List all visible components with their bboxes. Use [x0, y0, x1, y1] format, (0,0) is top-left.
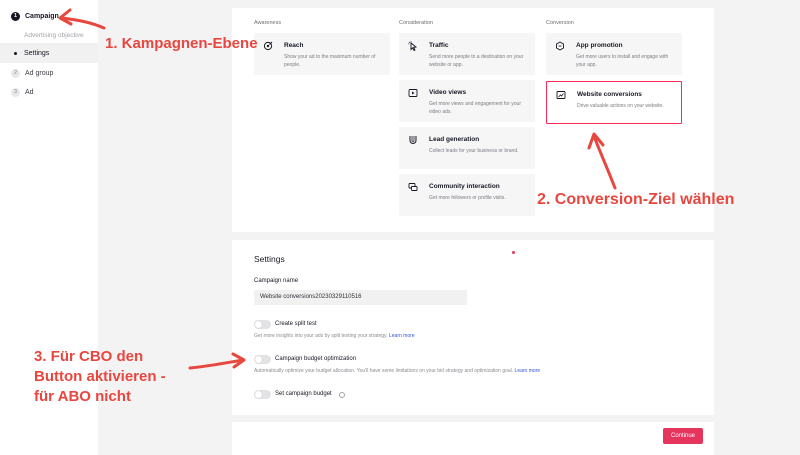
video-icon [408, 89, 418, 97]
settings-card [232, 240, 714, 415]
continue-button[interactable]: Continue [663, 428, 703, 444]
campaign-budget-label: Set campaign budget [275, 391, 332, 397]
annotation-line: Button aktivieren - [34, 368, 166, 385]
sidebar-item-label: Campaign [25, 12, 59, 20]
conversion-chart-icon [556, 91, 566, 99]
step-number: 1 [11, 11, 20, 21]
objective-description: Send more people to a destination on you… [429, 54, 524, 68]
objective-website-conversions[interactable]: Website conversions Drive valuable actio… [546, 81, 682, 124]
target-icon [263, 41, 273, 51]
step-number: 3 [11, 87, 20, 97]
active-dot-icon [14, 51, 17, 55]
cbo-label: Campaign budget optimization [275, 356, 357, 362]
cbo-toggle[interactable] [254, 355, 271, 364]
sidebar-item-campaign[interactable]: 1 Campaign [0, 6, 59, 26]
sidebar-item-ad-group[interactable]: 2 Ad group [0, 63, 53, 83]
objective-description: Get more views and engagement for your v… [429, 101, 521, 115]
column-heading-conversion: Conversion [546, 20, 574, 26]
info-icon[interactable] [339, 392, 345, 398]
column-heading-consideration: Consideration [399, 20, 433, 26]
objective-traffic[interactable]: Traffic Send more people to a destinatio… [399, 33, 535, 75]
objective-title: Video views [429, 89, 467, 96]
objective-description: Collect leads for your business or brand… [429, 148, 519, 154]
cbo-help: Automatically optimize your budget alloc… [254, 368, 540, 374]
split-test-label: Create split test [275, 321, 317, 327]
annotation-line: 3. Für CBO den [34, 348, 144, 365]
split-test-toggle[interactable] [254, 320, 271, 329]
sidebar-item-label: Settings [24, 49, 50, 57]
objective-title: Traffic [429, 42, 449, 49]
help-text: Get more insights into your ads by split… [254, 333, 388, 339]
objective-community-interaction[interactable]: Community interaction Get more followers… [399, 174, 535, 216]
annotation-conversion-goal: 2. Conversion-Ziel wählen [537, 191, 735, 208]
objective-description: Get more users to install and engage wit… [576, 54, 669, 68]
objective-title: Lead generation [429, 136, 480, 143]
column-heading-awareness: Awareness [254, 20, 282, 26]
sidebar-item-ad[interactable]: 3 Ad [0, 82, 34, 102]
learn-more-link[interactable]: Learn more [515, 368, 541, 374]
objective-description: Drive valuable actions on your website. [577, 103, 664, 109]
campaign-budget-toggle[interactable] [254, 390, 271, 399]
objective-title: Website conversions [577, 91, 642, 98]
cursor-icon [408, 41, 418, 51]
sidebar-item-advertising-objective[interactable]: Advertising objective [0, 25, 84, 45]
annotation-line: für ABO nicht [34, 388, 131, 405]
settings-title: Settings [254, 254, 285, 264]
objective-reach[interactable]: Reach Show your ad to the maximum number… [254, 33, 390, 75]
split-test-help: Get more insights into your ads by split… [254, 333, 415, 339]
objective-title: Reach [284, 42, 304, 49]
objective-app-promotion[interactable]: App promotion Get more users to install … [546, 33, 682, 75]
objective-description: Get more followers or profile visits. [429, 195, 506, 201]
objective-title: App promotion [576, 42, 623, 49]
learn-more-link[interactable]: Learn more [389, 333, 415, 339]
step-number: 2 [11, 68, 20, 78]
sidebar-item-label: Advertising objective [24, 31, 84, 39]
footer-card [232, 422, 714, 455]
app-icon [556, 41, 564, 51]
magnet-icon [409, 136, 417, 144]
campaign-name-input[interactable]: Website conversions20230329110516 [254, 290, 467, 305]
sidebar-item-settings[interactable]: Settings [0, 43, 98, 63]
sidebar-item-label: Ad group [25, 69, 54, 77]
objective-title: Community interaction [429, 183, 500, 190]
objective-description: Show your ad to the maximum number of pe… [284, 54, 376, 68]
campaign-name-label: Campaign name [254, 278, 299, 284]
annotation-cbo: 3. Für CBO den Button aktivieren - für A… [34, 347, 166, 407]
objective-video-views[interactable]: Video views Get more views and engagemen… [399, 80, 535, 122]
sidebar-item-label: Ad [25, 88, 34, 96]
indicator-dot [512, 251, 515, 254]
help-text: Automatically optimize your budget alloc… [254, 368, 514, 374]
objective-lead-generation[interactable]: Lead generation Collect leads for your b… [399, 127, 535, 169]
annotation-campaign-level: 1. Kampagnen-Ebene [105, 35, 258, 52]
community-icon [408, 183, 418, 191]
